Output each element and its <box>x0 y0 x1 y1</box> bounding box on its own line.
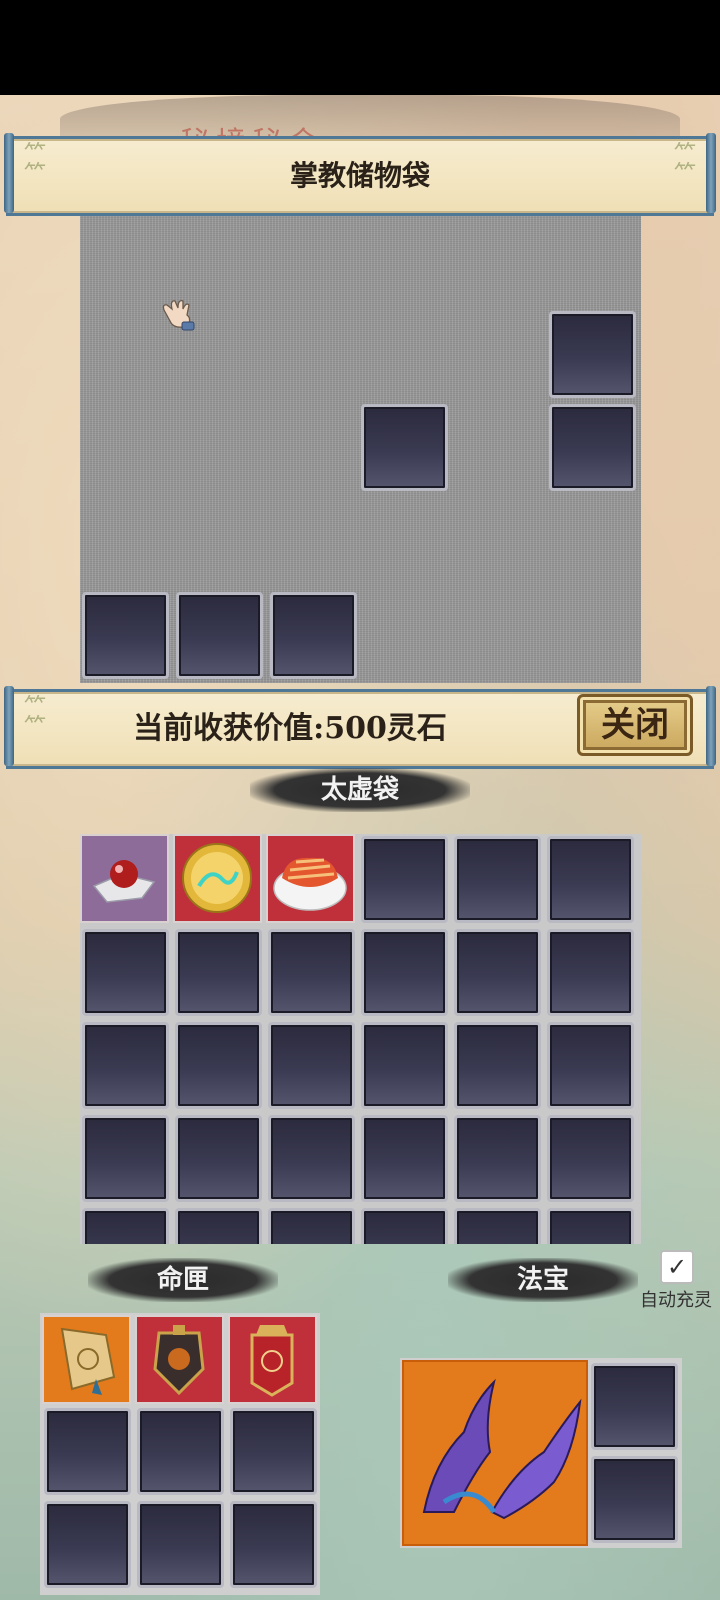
fate-box-slot[interactable] <box>137 1408 224 1495</box>
bag-slot[interactable] <box>175 1115 262 1202</box>
bag-slot[interactable] <box>547 836 634 923</box>
bag-slot[interactable] <box>175 929 262 1016</box>
treasure-section-label: 法宝 <box>448 1258 638 1302</box>
dark-orb-crest-icon[interactable] <box>135 1315 224 1404</box>
bag-slot[interactable] <box>268 1022 355 1109</box>
fate-box-grid <box>40 1313 320 1595</box>
bag-slot[interactable] <box>454 1208 541 1244</box>
title-banner: ⺮⺮ ⺮⺮ 掌教储物袋 <box>4 133 716 216</box>
treasure-slot[interactable] <box>591 1363 678 1450</box>
bag-slot[interactable] <box>454 1115 541 1202</box>
page-title: 掌教储物袋 <box>289 159 430 192</box>
loot-slot[interactable] <box>82 592 169 679</box>
bag-slot[interactable] <box>454 1022 541 1109</box>
loot-slot[interactable] <box>549 311 636 398</box>
bag-slot[interactable] <box>361 1115 448 1202</box>
auto-charge-label: 自动充灵 <box>640 1290 712 1311</box>
bag-slot[interactable] <box>82 1208 169 1244</box>
loot-slot[interactable] <box>176 592 263 679</box>
bag-slot[interactable] <box>547 929 634 1016</box>
bag-slot[interactable] <box>268 1115 355 1202</box>
auto-charge-checkbox[interactable]: ✓ <box>660 1250 694 1284</box>
bag-slot[interactable] <box>82 929 169 1016</box>
golden-talisman-plaque-icon[interactable] <box>42 1315 131 1404</box>
red-pearl-on-cloth-icon[interactable] <box>80 834 169 923</box>
bag-slot[interactable] <box>454 836 541 923</box>
hand-cursor-icon <box>162 300 195 331</box>
fate-box-slot[interactable] <box>44 1501 131 1588</box>
bag-slot[interactable] <box>268 1208 355 1244</box>
bag-slot[interactable] <box>547 1022 634 1109</box>
fate-box-slot[interactable] <box>230 1501 317 1588</box>
loot-slot[interactable] <box>270 592 357 679</box>
fate-box-section-label: 命匣 <box>88 1258 278 1302</box>
fate-box-slot[interactable] <box>137 1501 224 1588</box>
bag-section-label: 太虚袋 <box>250 768 470 812</box>
close-button[interactable]: 关闭 <box>577 694 693 756</box>
bag-slot[interactable] <box>361 836 448 923</box>
harvest-value-text: 当前收获价值:500灵石 <box>133 711 447 746</box>
bag-slot[interactable] <box>361 1208 448 1244</box>
bag-slot[interactable] <box>82 1115 169 1202</box>
fate-box-slot[interactable] <box>230 1408 317 1495</box>
bag-slot[interactable] <box>454 929 541 1016</box>
red-command-token-icon[interactable] <box>228 1315 317 1404</box>
bag-slot[interactable] <box>175 1208 262 1244</box>
bag-slot[interactable] <box>268 929 355 1016</box>
bag-slot[interactable] <box>82 1022 169 1109</box>
treasure-slot[interactable] <box>591 1456 678 1543</box>
fate-box-slot[interactable] <box>44 1408 131 1495</box>
bag-slot[interactable] <box>361 929 448 1016</box>
golden-dragon-orb-icon[interactable] <box>173 834 262 923</box>
bag-slot[interactable] <box>175 1022 262 1109</box>
purple-wings-icon[interactable] <box>402 1360 588 1546</box>
bag-inventory-grid <box>80 834 641 1244</box>
bag-slot[interactable] <box>361 1022 448 1109</box>
loot-slot[interactable] <box>361 404 448 491</box>
loot-slot[interactable] <box>549 404 636 491</box>
meat-bowl-icon[interactable] <box>266 834 355 923</box>
bag-slot[interactable] <box>547 1115 634 1202</box>
status-bar <box>0 0 720 95</box>
bag-slot[interactable] <box>547 1208 634 1244</box>
